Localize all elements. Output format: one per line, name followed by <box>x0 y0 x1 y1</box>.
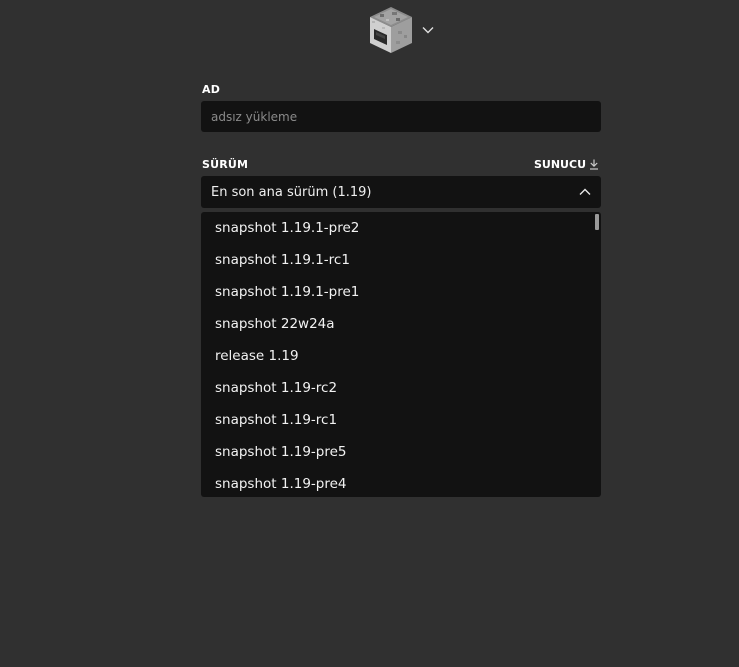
version-option[interactable]: snapshot 1.19-rc2 <box>201 372 601 404</box>
server-link-label: SUNUCU <box>534 158 586 171</box>
version-option[interactable]: snapshot 1.19-rc1 <box>201 404 601 436</box>
version-select[interactable]: En son ana sürüm (1.19) <box>201 176 601 208</box>
chevron-up-icon <box>579 188 591 195</box>
version-option[interactable]: snapshot 1.19-pre4 <box>201 468 601 497</box>
name-label: AD <box>202 83 221 96</box>
installation-editor: AD SÜRÜM SUNUCU En son ana sürüm (1.19) … <box>0 0 739 667</box>
version-label: SÜRÜM <box>202 158 249 171</box>
version-option[interactable]: snapshot 1.19.1-rc1 <box>201 244 601 276</box>
version-selected-value: En son ana sürüm (1.19) <box>211 184 372 200</box>
version-option[interactable]: snapshot 1.19-pre5 <box>201 436 601 468</box>
version-option[interactable]: snapshot 1.19.1-pre1 <box>201 276 601 308</box>
version-option[interactable]: snapshot 1.19.1-pre2 <box>201 212 601 244</box>
installation-icon-picker[interactable] <box>368 5 440 55</box>
version-dropdown-list[interactable]: snapshot 1.19.1-pre2 snapshot 1.19.1-rc1… <box>201 212 601 497</box>
installation-name-input[interactable] <box>201 101 601 132</box>
version-option[interactable]: release 1.19 <box>201 340 601 372</box>
dropdown-scrollbar[interactable] <box>595 214 599 230</box>
version-option[interactable]: snapshot 22w24a <box>201 308 601 340</box>
furnace-block-icon <box>370 7 412 53</box>
download-icon <box>590 159 598 170</box>
server-download-link[interactable]: SUNUCU <box>534 158 599 171</box>
chevron-down-icon <box>422 27 434 34</box>
